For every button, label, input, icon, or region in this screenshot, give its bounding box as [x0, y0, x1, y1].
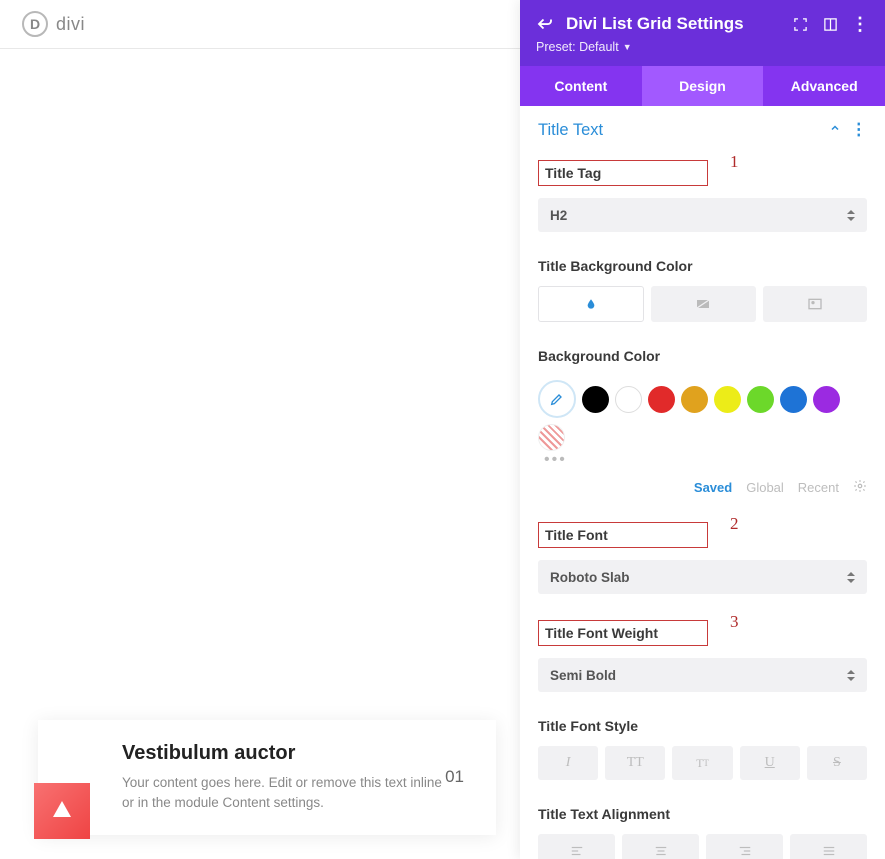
label-title-tag: Title Tag: [538, 160, 708, 186]
section-title: Title Text: [538, 121, 603, 140]
logo[interactable]: D divi: [22, 11, 85, 37]
title-font-select[interactable]: Roboto Slab: [538, 560, 867, 594]
font-weight-select[interactable]: Semi Bold: [538, 658, 867, 692]
label-font-weight: Title Font Weight: [538, 620, 708, 646]
preset-selector[interactable]: Preset: Default ▼: [536, 40, 869, 54]
align-justify-button[interactable]: [790, 834, 867, 859]
swatch-transparent[interactable]: [538, 424, 565, 451]
annotation-3: 3: [730, 612, 739, 632]
section-more-icon[interactable]: ⋮: [851, 120, 868, 140]
global-colors-tab[interactable]: Global: [746, 480, 784, 495]
swatch-red[interactable]: [648, 386, 675, 413]
tab-advanced[interactable]: Advanced: [763, 66, 885, 106]
swatch-orange[interactable]: [681, 386, 708, 413]
bg-tab-image[interactable]: [763, 286, 867, 322]
swatch-purple[interactable]: [813, 386, 840, 413]
gear-icon[interactable]: [853, 479, 867, 496]
collapse-icon[interactable]: [829, 120, 841, 140]
label-title-bg-color: Title Background Color: [538, 252, 867, 280]
label-text-align: Title Text Alignment: [538, 800, 867, 828]
panel-header: Divi List Grid Settings ⋮ Preset: Defaul…: [520, 0, 885, 66]
annotation-1: 1: [730, 152, 739, 172]
uppercase-button[interactable]: TT: [605, 746, 665, 780]
more-colors-icon[interactable]: •••: [538, 451, 867, 469]
card-icon: [34, 783, 90, 839]
settings-panel: Divi List Grid Settings ⋮ Preset: Defaul…: [520, 0, 885, 859]
swatch-white[interactable]: [615, 386, 642, 413]
canvas-area: Vestibulum auctor Your content goes here…: [14, 49, 520, 859]
align-left-button[interactable]: [538, 834, 615, 859]
bg-tab-gradient[interactable]: [651, 286, 755, 322]
section-header[interactable]: Title Text ⋮: [520, 106, 885, 148]
card-title: Vestibulum auctor: [122, 742, 445, 765]
tab-design[interactable]: Design: [642, 66, 764, 106]
chevron-down-icon: ▼: [623, 42, 632, 52]
bg-tab-color[interactable]: [538, 286, 644, 322]
color-picker-button[interactable]: [538, 380, 576, 418]
swatch-black[interactable]: [582, 386, 609, 413]
logo-badge-icon: D: [22, 11, 48, 37]
card-number: 01: [445, 767, 468, 787]
swatch-blue[interactable]: [780, 386, 807, 413]
strikethrough-button[interactable]: S: [807, 746, 867, 780]
back-icon[interactable]: [536, 15, 554, 33]
recent-colors-tab[interactable]: Recent: [798, 480, 839, 495]
underline-button[interactable]: U: [740, 746, 800, 780]
label-title-font: Title Font: [538, 522, 708, 548]
label-font-style: Title Font Style: [538, 712, 867, 740]
label-bg-color: Background Color: [538, 342, 867, 370]
more-icon[interactable]: ⋮: [851, 15, 869, 33]
logo-text: divi: [56, 14, 85, 35]
tab-content[interactable]: Content: [520, 66, 642, 106]
panel-title: Divi List Grid Settings: [566, 14, 779, 34]
align-right-button[interactable]: [706, 834, 783, 859]
preview-card[interactable]: Vestibulum auctor Your content goes here…: [38, 720, 496, 836]
card-body-text: Your content goes here. Edit or remove t…: [122, 773, 445, 814]
column-icon[interactable]: [821, 15, 839, 33]
align-center-button[interactable]: [622, 834, 699, 859]
bg-color-swatches: [538, 380, 867, 451]
swatch-yellow[interactable]: [714, 386, 741, 413]
panel-tabs: Content Design Advanced: [520, 66, 885, 106]
annotation-2: 2: [730, 514, 739, 534]
focus-icon[interactable]: [791, 15, 809, 33]
swatch-green[interactable]: [747, 386, 774, 413]
smallcaps-button[interactable]: TT: [672, 746, 732, 780]
saved-colors-tab[interactable]: Saved: [694, 480, 732, 495]
title-tag-select[interactable]: H2: [538, 198, 867, 232]
italic-button[interactable]: I: [538, 746, 598, 780]
